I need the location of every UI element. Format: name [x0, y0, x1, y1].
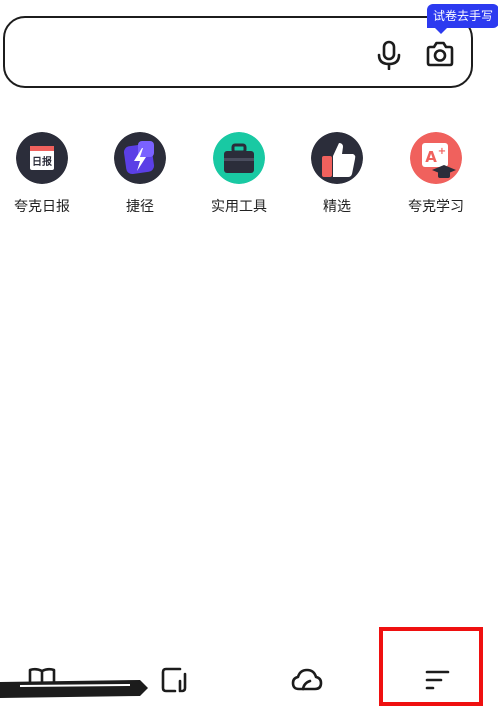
- shortcut-label: 夸克日报: [14, 198, 70, 214]
- search-input[interactable]: [25, 38, 359, 70]
- daily-news-icon: 日报: [16, 132, 68, 184]
- shortcut-label: 实用工具: [211, 198, 267, 214]
- shortcut-label: 精选: [323, 198, 351, 214]
- svg-text:A: A: [425, 148, 437, 166]
- shortcut-label: 夸克学习: [408, 198, 464, 214]
- search-bar[interactable]: [3, 16, 473, 88]
- shortcut-quark-study[interactable]: A + 夸克学习: [391, 130, 481, 220]
- shortcut-jiejing[interactable]: 捷径: [95, 130, 185, 220]
- nav-tabs[interactable]: [145, 642, 205, 708]
- nav-cloud[interactable]: [275, 642, 335, 708]
- svg-text:+: +: [438, 146, 446, 157]
- handwriting-removal-badge[interactable]: 试卷去手写: [427, 4, 498, 34]
- shortcut-utility-tools[interactable]: 实用工具: [194, 130, 284, 220]
- cloud-icon: [291, 668, 323, 691]
- shortcut-row: 日报 夸克日报 捷径 实用工具 精选 A + 夸克学习: [0, 130, 498, 220]
- camera-icon[interactable]: [425, 40, 455, 68]
- book-icon: [28, 667, 56, 691]
- microphone-icon[interactable]: [376, 40, 402, 70]
- nav-books[interactable]: [12, 642, 72, 708]
- bottom-navigation: [0, 642, 498, 708]
- toolbox-icon: [213, 132, 265, 184]
- menu-icon: [425, 670, 450, 690]
- study-aplus-icon: A +: [410, 132, 462, 184]
- shortcut-label: 捷径: [126, 198, 154, 214]
- svg-text:日报: 日报: [32, 155, 52, 168]
- nav-menu[interactable]: [407, 642, 467, 708]
- shortcut-quark-daily[interactable]: 日报 夸克日报: [0, 130, 87, 220]
- shortcut-featured[interactable]: 精选: [292, 130, 382, 220]
- lightning-shortcut-icon: [114, 132, 166, 184]
- thumbs-up-icon: [311, 132, 363, 184]
- tabs-icon: [161, 667, 187, 693]
- home-screen: 试卷去手写 日报 夸克日报 捷径 实用工具 精选 A + 夸克学习: [0, 0, 498, 708]
